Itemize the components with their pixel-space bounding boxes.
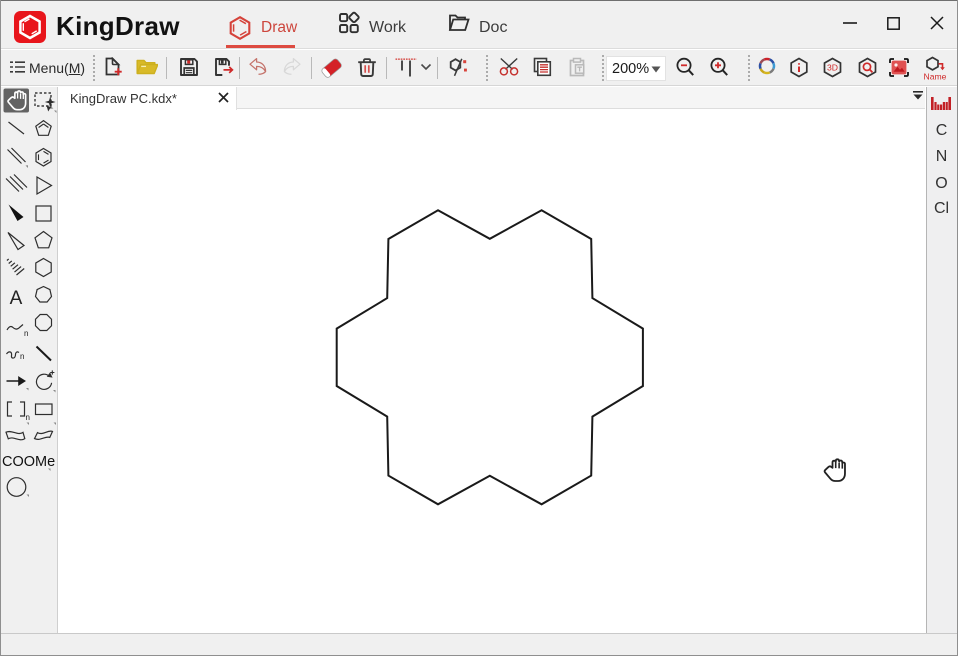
svg-text:COOMe: COOMe <box>2 454 55 470</box>
svg-text:A: A <box>10 288 23 309</box>
svg-text:n: n <box>20 352 24 361</box>
svg-text:n: n <box>26 413 30 422</box>
svg-text:3D: 3D <box>827 63 838 73</box>
svg-text:n: n <box>24 329 28 338</box>
svg-text:Name: Name <box>924 72 947 82</box>
